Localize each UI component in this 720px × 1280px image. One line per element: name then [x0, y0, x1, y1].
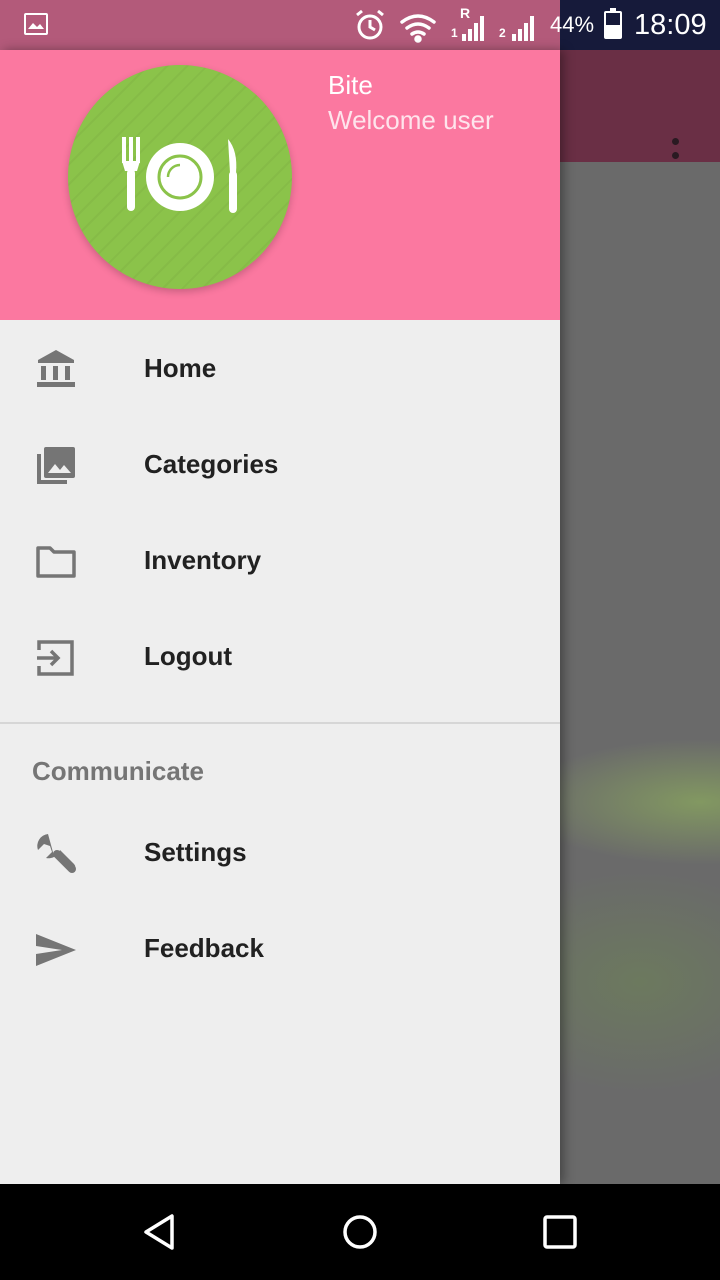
- battery-icon: [604, 8, 622, 39]
- status-icons: R 1 2: [352, 5, 552, 44]
- send-icon: [36, 934, 76, 966]
- navigation-bar: [0, 1184, 720, 1280]
- app-logo: [68, 65, 292, 289]
- menu-item-label: Feedback: [144, 933, 264, 963]
- menu-item-home[interactable]: Home: [0, 320, 560, 416]
- menu-item-label: Categories: [144, 449, 279, 479]
- image-notification-icon: [24, 13, 48, 35]
- exit-icon: [37, 640, 74, 676]
- menu-item-label: Logout: [144, 641, 233, 671]
- menu-item-settings[interactable]: Settings: [0, 804, 560, 900]
- home-icon[interactable]: [340, 1212, 380, 1252]
- section-header: Communicate: [0, 724, 560, 804]
- drawer-subtitle: Welcome user: [328, 105, 494, 135]
- clock: 18:09: [634, 9, 707, 41]
- back-icon[interactable]: [140, 1212, 180, 1252]
- menu-item-feedback[interactable]: Feedback: [0, 900, 560, 996]
- drawer-menu: Home Categories Inventory Logout Communi…: [0, 320, 560, 996]
- signal-2-icon: [512, 16, 534, 41]
- drawer-header: Bite Welcome user: [0, 50, 560, 320]
- alarm-icon: [356, 9, 384, 40]
- battery-percent: 44%: [550, 12, 595, 37]
- sim2-label: 2: [499, 26, 506, 40]
- status-bar: R 1 2 44% 18:09: [0, 0, 720, 50]
- wrench-icon: [37, 834, 76, 873]
- menu-item-label: Settings: [144, 837, 247, 867]
- drawer-title: Bite: [328, 70, 373, 100]
- photo-library-icon: [37, 447, 75, 484]
- menu-item-categories[interactable]: Categories: [0, 416, 560, 512]
- bank-icon: [37, 350, 75, 387]
- recents-icon[interactable]: [540, 1212, 580, 1252]
- navigation-drawer: Bite Welcome user Home Categories Invent…: [0, 50, 560, 1184]
- folder-icon: [36, 546, 76, 578]
- signal-r-label: R: [460, 5, 471, 21]
- menu-item-inventory[interactable]: Inventory: [0, 512, 560, 608]
- wifi-icon: [400, 14, 436, 43]
- menu-item-label: Home: [144, 353, 217, 383]
- section-title: Communicate: [32, 756, 204, 786]
- menu-item-logout[interactable]: Logout: [0, 608, 560, 704]
- menu-item-label: Inventory: [144, 545, 262, 575]
- plate-cutlery-icon: [122, 137, 237, 213]
- sim1-label: 1: [451, 26, 458, 40]
